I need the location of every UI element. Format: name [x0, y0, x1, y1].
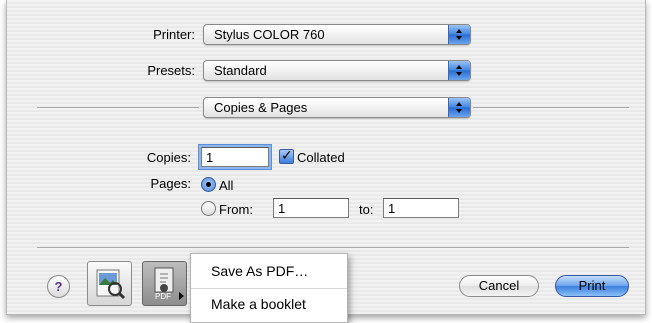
collated-checkbox[interactable]: ✓ [279, 147, 294, 164]
pages-to-label: to: [359, 202, 374, 217]
radio-dot-icon [206, 182, 211, 187]
pages-all-radio[interactable] [201, 177, 216, 192]
separator-right [473, 107, 629, 108]
cancel-button[interactable]: Cancel [459, 275, 539, 297]
pages-from-value: 1 [278, 201, 286, 216]
menu-divider [191, 288, 347, 289]
popup-arrows-icon [448, 61, 470, 80]
menu-item-save-as-pdf[interactable]: Save As PDF… [211, 263, 308, 279]
menu-item-make-booklet[interactable]: Make a booklet [211, 296, 306, 312]
printer-label: Printer: [153, 27, 195, 42]
presets-value: Standard [214, 63, 267, 78]
printer-value: Stylus COLOR 760 [214, 27, 325, 42]
panel-popup[interactable]: Copies & Pages [203, 97, 471, 118]
preview-button[interactable] [87, 261, 132, 306]
printer-popup[interactable]: Stylus COLOR 760 [203, 24, 471, 45]
pages-to-value: 1 [388, 201, 396, 216]
preview-icon [96, 269, 126, 300]
pages-from-label[interactable]: From: [219, 202, 253, 217]
pages-to-field[interactable]: 1 [383, 198, 459, 218]
popup-arrows-icon [448, 98, 470, 117]
panel-value: Copies & Pages [214, 100, 308, 115]
help-button[interactable]: ? [47, 275, 70, 298]
collated-label[interactable]: Collated [297, 150, 345, 165]
pdf-workflow-button[interactable]: PDF [142, 261, 187, 306]
presets-popup[interactable]: Standard [203, 60, 471, 81]
pages-from-field[interactable]: 1 [273, 198, 349, 218]
disclosure-arrow-icon [179, 292, 184, 300]
print-button[interactable]: Print [555, 275, 629, 297]
checkmark-icon: ✓ [281, 147, 293, 163]
copies-value: 1 [206, 150, 214, 165]
pages-label: Pages: [150, 176, 191, 191]
presets-label: Presets: [147, 63, 195, 78]
bottom-separator [37, 247, 629, 248]
pdf-menu: Save As PDF… Make a booklet [190, 253, 348, 323]
pages-from-radio[interactable] [201, 201, 216, 216]
pdf-badge: PDF [155, 292, 171, 301]
popup-arrows-icon [448, 25, 470, 44]
copies-label: Copies: [146, 150, 191, 165]
copies-field[interactable]: 1 [201, 147, 269, 167]
pages-all-label[interactable]: All [219, 178, 233, 193]
separator-left [37, 107, 199, 108]
